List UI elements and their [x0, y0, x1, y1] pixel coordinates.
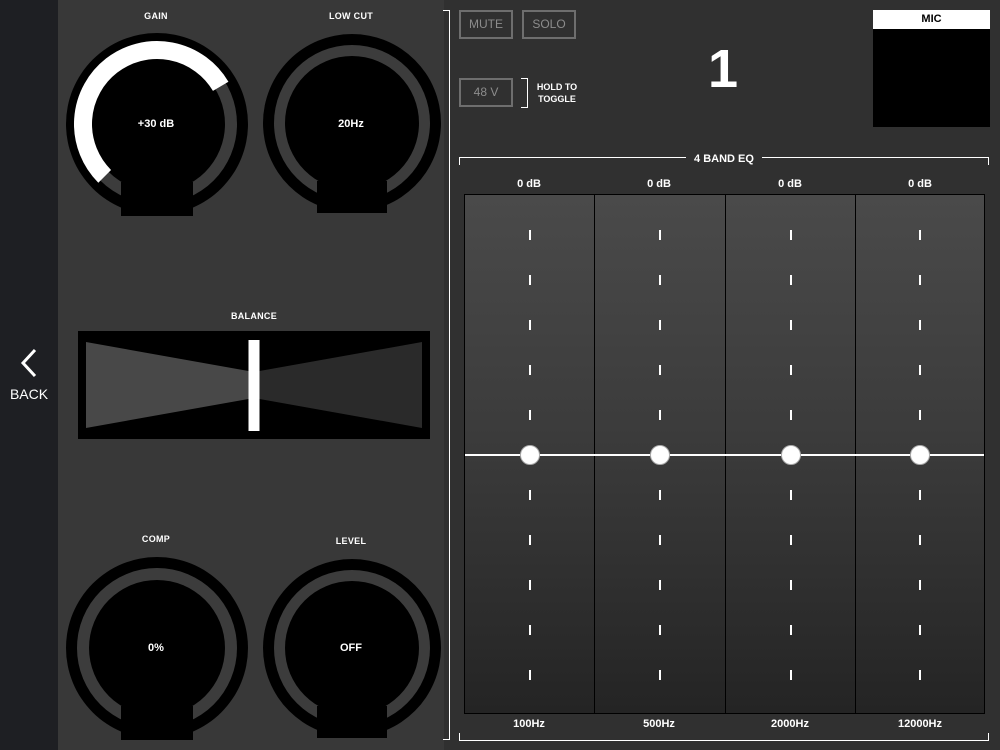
eq-tick	[659, 410, 661, 420]
eq-tick	[919, 365, 921, 375]
eq-band-2-freq: 500Hz	[643, 718, 675, 730]
eq-band-3-gain: 0 dB	[778, 178, 802, 190]
comp-value: 0%	[148, 642, 164, 654]
eq-tick	[659, 365, 661, 375]
eq-graph	[464, 194, 985, 714]
eq-tick	[790, 365, 792, 375]
eq-tick	[919, 230, 921, 240]
comp-label: COMP	[141, 534, 171, 544]
level-value: OFF	[340, 642, 362, 654]
eq-tick	[529, 670, 531, 680]
eq-band-2-handle[interactable]	[650, 445, 670, 465]
eq-tick	[529, 535, 531, 545]
back-label: BACK	[9, 386, 49, 402]
eq-band-1-freq: 100Hz	[513, 718, 545, 730]
eq-band-1-handle[interactable]	[520, 445, 540, 465]
eq-tick	[659, 535, 661, 545]
eq-tick	[659, 670, 661, 680]
eq-tick	[790, 275, 792, 285]
eq-tick	[790, 490, 792, 500]
eq-tick	[919, 320, 921, 330]
eq-tick	[529, 365, 531, 375]
input-type-label: MIC	[873, 10, 990, 29]
eq-band-1-gain: 0 dB	[517, 178, 541, 190]
low-cut-label: LOW CUT	[328, 11, 374, 21]
eq-tick	[529, 625, 531, 635]
panel-divider-bracket	[443, 10, 450, 740]
eq-tick	[529, 275, 531, 285]
eq-band-2-gain: 0 dB	[647, 178, 671, 190]
eq-band-4-gain: 0 dB	[908, 178, 932, 190]
eq-tick	[919, 535, 921, 545]
balance-slider[interactable]	[78, 331, 430, 439]
eq-tick	[659, 320, 661, 330]
gain-value: +30 dB	[137, 118, 175, 130]
eq-band-4-freq: 12000Hz	[897, 718, 943, 730]
eq-tick	[659, 275, 661, 285]
eq-tick	[790, 230, 792, 240]
hold-to-toggle-label: HOLD TO TOGGLE	[536, 82, 578, 104]
eq-bracket-bottom	[459, 733, 989, 741]
eq-tick	[529, 410, 531, 420]
balance-handle[interactable]	[248, 340, 260, 431]
eq-band-4-handle[interactable]	[910, 445, 930, 465]
balance-label: BALANCE	[230, 311, 278, 321]
phantom-power-button[interactable]: 48 V	[459, 78, 513, 107]
eq-tick	[919, 275, 921, 285]
mute-button[interactable]: MUTE	[459, 10, 513, 39]
eq-tick	[790, 320, 792, 330]
eq-title-wrap: 4 BAND EQ	[459, 149, 989, 167]
eq-title: 4 BAND EQ	[686, 153, 762, 165]
eq-tick	[790, 670, 792, 680]
gain-label: GAIN	[144, 11, 168, 21]
channel-number: 1	[707, 39, 739, 99]
eq-zero-line	[465, 454, 984, 456]
eq-tick	[790, 580, 792, 590]
eq-tick	[919, 580, 921, 590]
eq-tick	[529, 580, 531, 590]
eq-band-3-freq: 2000Hz	[771, 718, 809, 730]
eq-tick	[659, 625, 661, 635]
eq-tick	[919, 490, 921, 500]
level-label: LEVEL	[335, 536, 367, 546]
eq-tick	[659, 580, 661, 590]
eq-tick	[659, 230, 661, 240]
eq-tick	[919, 625, 921, 635]
solo-button[interactable]: SOLO	[522, 10, 576, 39]
eq-tick	[529, 490, 531, 500]
hold-bracket	[521, 78, 528, 108]
eq-tick	[919, 670, 921, 680]
eq-tick	[790, 625, 792, 635]
chevron-left-icon	[20, 348, 37, 378]
low-cut-value: 20Hz	[338, 118, 364, 130]
eq-tick	[529, 320, 531, 330]
eq-band-3-handle[interactable]	[781, 445, 801, 465]
eq-tick	[659, 490, 661, 500]
eq-tick	[919, 410, 921, 420]
eq-tick	[790, 535, 792, 545]
eq-tick	[529, 230, 531, 240]
eq-tick	[790, 410, 792, 420]
